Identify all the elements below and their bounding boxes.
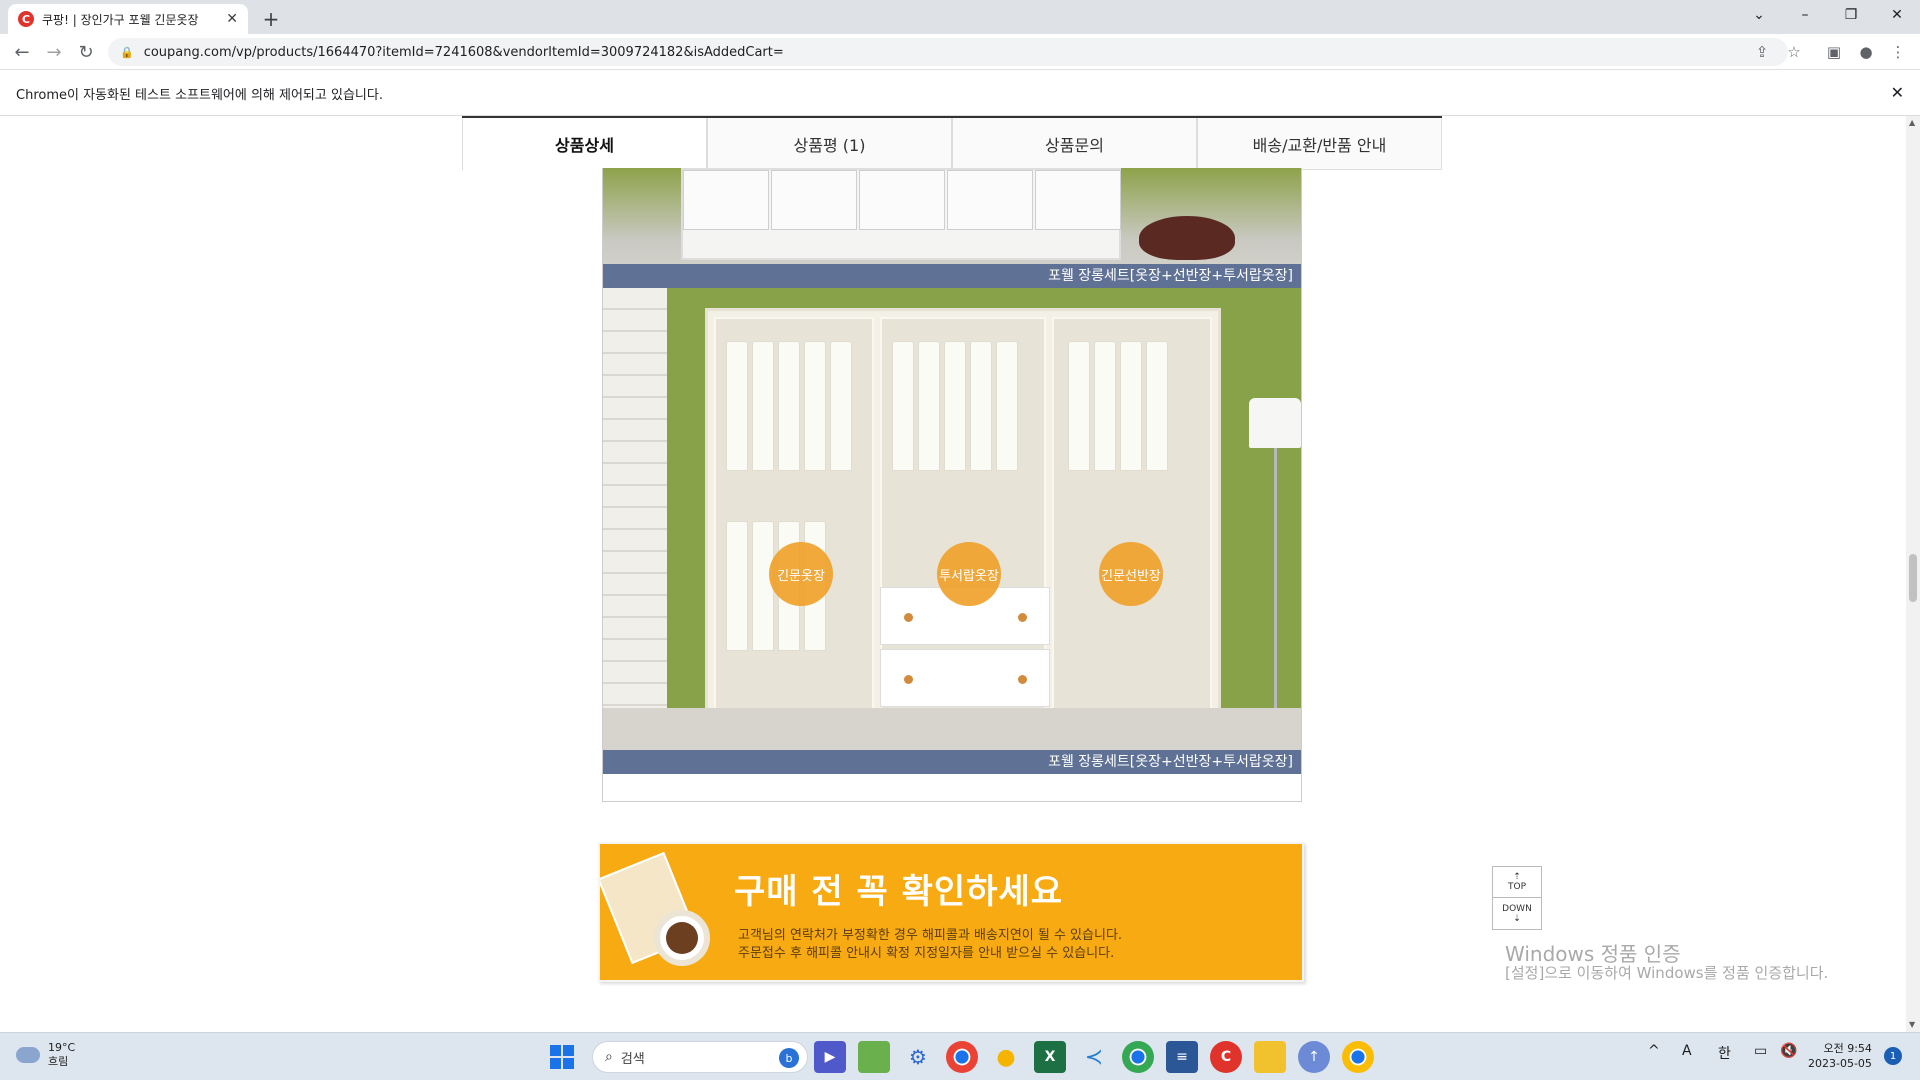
store-icon[interactable]: ↑ — [1298, 1041, 1330, 1073]
notification-badge[interactable]: 1 — [1884, 1047, 1902, 1065]
marker-long-door-wardrobe: 긴문옷장 — [769, 542, 833, 606]
infobar-close-icon[interactable]: ✕ — [1891, 83, 1904, 102]
wardrobe-photo-top: 포웰 장롱세트[옷장+선반장+투서랍옷장] — [603, 168, 1301, 288]
activation-watermark-subtitle: [설정]으로 이동하여 Windows를 정품 인증합니다. — [1505, 964, 1829, 982]
tab-strip: C 쿠팡! | 장인가구 포웰 긴문옷장 ✕ + ⌄ – ❐ ✕ — [0, 0, 1920, 34]
purchase-notice-banner: 구매 전 꼭 확인하세요 고객님의 연락처가 부정확한 경우 해피콜과 배송지연… — [598, 842, 1304, 982]
chrome-icon[interactable] — [946, 1041, 978, 1073]
kebab-menu-icon[interactable]: ⋮ — [1884, 38, 1912, 66]
tab-reviews[interactable]: 상품평 (1) — [707, 118, 952, 170]
banner-line-2: 주문접수 후 해피콜 안내시 확정 지정일자를 안내 받으실 수 있습니다. — [738, 946, 1115, 961]
banner-line-1: 고객님의 연락처가 부정확한 경우 해피콜과 배송지연이 될 수 있습니다. — [738, 928, 1123, 943]
scroll-down-button[interactable]: DOWN ⇣ — [1493, 898, 1541, 929]
display-icon[interactable]: ▭ — [1754, 1043, 1767, 1059]
temperature: 19°C — [48, 1041, 76, 1054]
browser-toolbar: ← → ↻ 🔒 coupang.com/vp/products/1664470?… — [0, 34, 1920, 70]
lock-icon[interactable]: 🔒 — [120, 46, 134, 59]
share-icon[interactable]: ⇪ — [1748, 38, 1776, 66]
up-arrow-icon: ⇡ — [1513, 872, 1521, 882]
chrome-icon[interactable] — [1342, 1041, 1374, 1073]
forward-arrow-icon[interactable]: → — [40, 38, 68, 66]
brick-wall — [603, 288, 667, 774]
scroll-up-arrow-icon[interactable]: ▲ — [1909, 118, 1915, 127]
bing-icon[interactable]: b — [779, 1048, 799, 1068]
lamp-shade — [1249, 398, 1301, 448]
coffee-cup-icon — [654, 910, 710, 966]
weather-condition: 흐림 — [48, 1055, 69, 1068]
scroll-down-arrow-icon[interactable]: ▼ — [1909, 1020, 1915, 1029]
side-panel-icon[interactable]: ▣ — [1820, 38, 1848, 66]
bookmark-star-icon[interactable]: ☆ — [1780, 38, 1808, 66]
taskbar-clock[interactable]: 오전 9:54 2023-05-05 — [1808, 1041, 1872, 1071]
down-arrow-icon: ⇣ — [1513, 913, 1521, 924]
page-scrollbar[interactable]: ▲ ▼ — [1906, 116, 1920, 1032]
tab-shipping-return[interactable]: 배송/교환/반품 안내 — [1197, 118, 1442, 170]
photo-caption: 포웰 장롱세트[옷장+선반장+투서랍옷장] — [603, 750, 1301, 774]
fruit-bowl-illustration — [1139, 216, 1235, 260]
wardrobe-illustration — [705, 308, 1221, 720]
product-detail-images: 포웰 장롱세트[옷장+선반장+투서랍옷장] 긴문옷장 투서랍옷장 긴문선반장 포… — [602, 168, 1302, 802]
down-label: DOWN — [1502, 903, 1532, 914]
tab-search-icon[interactable]: ⌄ — [1736, 0, 1782, 30]
search-placeholder: 검색 — [620, 1051, 645, 1067]
top-label: TOP — [1507, 882, 1526, 892]
file-explorer-icon[interactable] — [1254, 1041, 1286, 1073]
cloud-icon — [16, 1047, 40, 1063]
messenger-icon[interactable]: ● — [990, 1041, 1022, 1073]
infobar-text: Chrome이 자동화된 테스트 소프트웨어에 의해 제어되고 있습니다. — [16, 87, 383, 103]
close-window-button[interactable]: ✕ — [1874, 0, 1920, 30]
tab-product-detail[interactable]: 상품상세 — [462, 118, 707, 170]
cabinet-illustration — [681, 168, 1121, 260]
product-tabs: 상품상세 상품평 (1) 상품문의 배송/교환/반품 안내 — [462, 116, 1442, 170]
weather-widget[interactable]: 19°C 흐림 — [16, 1041, 75, 1069]
new-tab-button[interactable]: + — [258, 6, 284, 32]
volume-icon[interactable]: 🔇 — [1780, 1043, 1797, 1059]
tab-inquiry[interactable]: 상품문의 — [952, 118, 1197, 170]
excel-icon[interactable]: X — [1034, 1041, 1066, 1073]
wardrobe-photo-main: 긴문옷장 투서랍옷장 긴문선반장 — [603, 288, 1301, 774]
start-icon[interactable] — [550, 1045, 574, 1069]
page-content: 상품상세 상품평 (1) 상품문의 배송/교환/반품 안내 포웰 장롱세트[옷장… — [0, 116, 1906, 1032]
tray-overflow-icon[interactable]: ^ — [1648, 1043, 1660, 1059]
chrome-icon[interactable] — [1122, 1041, 1154, 1073]
address-bar[interactable]: 🔒 coupang.com/vp/products/1664470?itemId… — [108, 38, 1788, 66]
coupang-icon[interactable]: C — [1210, 1041, 1242, 1073]
browser-tab[interactable]: C 쿠팡! | 장인가구 포웰 긴문옷장 ✕ — [8, 4, 248, 34]
photo-caption: 포웰 장롱세트[옷장+선반장+투서랍옷장] — [603, 264, 1301, 288]
lamp-stand — [1274, 448, 1277, 718]
marker-two-drawer-wardrobe: 투서랍옷장 — [937, 542, 1001, 606]
banner-headline: 구매 전 꼭 확인하세요 — [734, 872, 1064, 912]
date: 2023-05-05 — [1808, 1057, 1872, 1070]
ime-mode-han[interactable]: 한 — [1718, 1043, 1731, 1063]
ime-mode-a[interactable]: A — [1682, 1043, 1692, 1059]
scrollbar-thumb[interactable] — [1909, 554, 1917, 602]
restore-button[interactable]: ❐ — [1828, 0, 1874, 30]
settings-icon[interactable]: ⚙ — [902, 1041, 934, 1073]
photos-icon[interactable] — [858, 1041, 890, 1073]
coupang-favicon-icon: C — [18, 11, 34, 27]
scroll-top-down-widget: ⇡ TOP DOWN ⇣ — [1492, 866, 1542, 930]
minimize-button[interactable]: – — [1782, 0, 1828, 30]
vscode-icon[interactable]: ≺ — [1078, 1041, 1110, 1073]
profile-avatar-icon[interactable]: ● — [1852, 38, 1880, 66]
automation-infobar: Chrome이 자동화된 테스트 소프트웨어에 의해 제어되고 있습니다. ✕ — [0, 71, 1920, 116]
time: 오전 9:54 — [1823, 1042, 1872, 1055]
marker-shelf-wardrobe: 긴문선반장 — [1099, 542, 1163, 606]
tab-title: 쿠팡! | 장인가구 포웰 긴문옷장 — [42, 12, 199, 27]
windows-taskbar: 19°C 흐림 ⌕ 검색 b ▶ ⚙ ● X ≺ ≡ C ↑ ^ A 한 ▭ 🔇… — [0, 1032, 1920, 1080]
scroll-top-button[interactable]: ⇡ TOP — [1493, 867, 1541, 898]
tab-close-icon[interactable]: ✕ — [226, 11, 238, 27]
url-text[interactable]: coupang.com/vp/products/1664470?itemId=7… — [144, 45, 784, 60]
search-icon: ⌕ — [605, 1049, 613, 1065]
back-arrow-icon[interactable]: ← — [8, 38, 36, 66]
teams-icon[interactable]: ▶ — [814, 1041, 846, 1073]
reload-icon[interactable]: ↻ — [72, 38, 100, 66]
taskbar-search[interactable]: ⌕ 검색 b — [592, 1041, 808, 1073]
notepad-icon[interactable]: ≡ — [1166, 1041, 1198, 1073]
